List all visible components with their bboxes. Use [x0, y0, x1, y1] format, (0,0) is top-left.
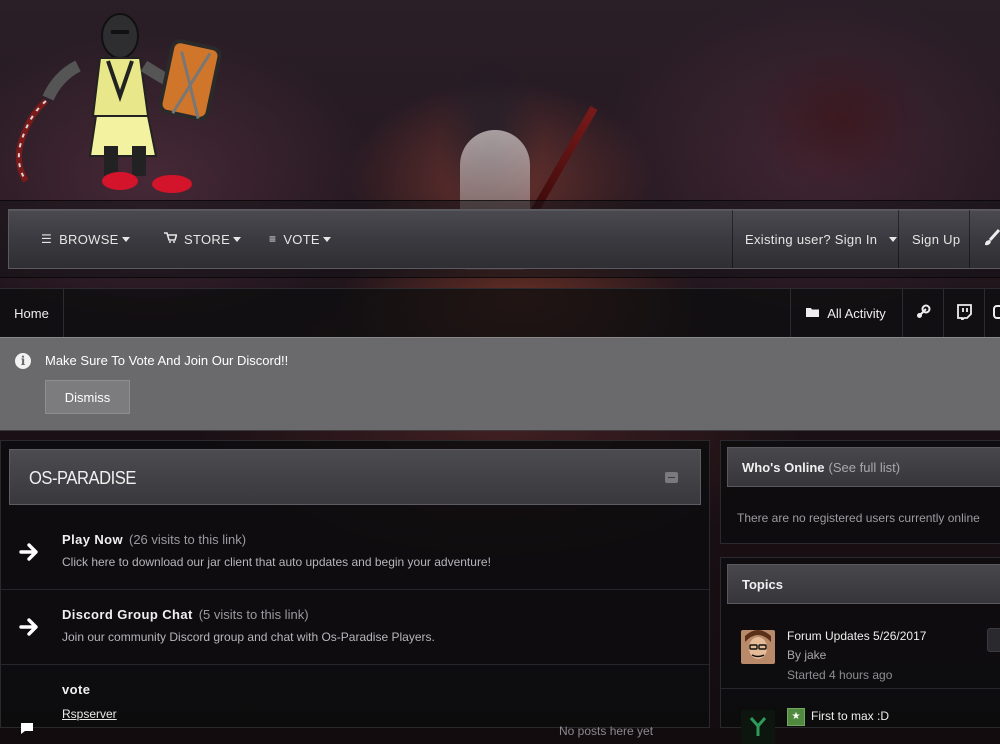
nav-divider [732, 210, 733, 268]
nav-vote-label: VOTE [283, 231, 320, 247]
reply-count-badge [987, 628, 1000, 652]
forum-row-description: Click here to download our jar client th… [62, 555, 491, 569]
nav-divider [969, 210, 970, 268]
visit-count: (26 visits to this link) [129, 532, 247, 547]
list-icon: ☰ [41, 232, 53, 246]
subforum-link[interactable]: Rspserver [62, 707, 117, 721]
forum-row-description: Join our community Discord group and cha… [62, 630, 435, 644]
nav-browse[interactable]: ☰ BROWSE [41, 210, 130, 268]
sign-in-button[interactable]: Existing user? Sign In [745, 210, 898, 268]
whos-online-header: Who's Online (See full list) [727, 447, 1000, 487]
info-icon: i [15, 353, 31, 369]
cart-icon [164, 232, 178, 246]
dismiss-button[interactable]: Dismiss [45, 380, 130, 414]
no-posts-text: No posts here yet [559, 724, 654, 738]
steam-icon [915, 304, 931, 323]
category-title[interactable]: OS-PARADISE [29, 468, 136, 489]
social-icon [993, 304, 1000, 322]
avatar[interactable] [741, 630, 775, 664]
chevron-down-icon [889, 236, 898, 242]
topic-item[interactable]: Forum Updates 5/26/2017 By jake Started … [721, 618, 1000, 689]
pinned-star-icon: ★ [787, 708, 805, 726]
whos-online-widget: Who's Online (See full list) There are n… [720, 440, 1000, 544]
sign-up-label: Sign Up [912, 231, 961, 247]
nav-vote[interactable]: ≡ VOTE [269, 210, 331, 268]
comments-icon [21, 723, 33, 734]
announcement-banner: i Make Sure To Vote And Join Our Discord… [0, 337, 1000, 431]
breadcrumb-home[interactable]: Home [0, 289, 64, 337]
nav-store-label: STORE [184, 231, 231, 247]
knight-mascot-logo[interactable] [8, 6, 223, 196]
forum-row-name[interactable]: Discord Group Chat [62, 607, 193, 622]
nav-store[interactable]: STORE [164, 210, 242, 268]
chevron-down-icon [322, 236, 331, 242]
forum-row-title[interactable]: Play Now (26 visits to this link) [62, 532, 246, 547]
dead-tree-art [720, 20, 960, 220]
twitch-link[interactable] [943, 289, 984, 337]
topic-item[interactable]: ★ First to max :D [721, 698, 1000, 744]
main-navigation: ☰ BROWSE STORE ≡ VOTE Existing user? Sig… [0, 200, 1000, 278]
forum-row-vote[interactable]: vote Rspserver No posts here yet [1, 664, 709, 738]
all-activity-link[interactable]: All Activity [790, 289, 901, 337]
folder-icon [806, 306, 820, 321]
menu-icon: ≡ [269, 232, 277, 246]
nav-browse-label: BROWSE [59, 231, 119, 247]
steam-link[interactable] [902, 289, 943, 337]
breadcrumb: Home All Activity [0, 288, 1000, 338]
forum-row-play-now[interactable]: Play Now (26 visits to this link) Click h… [1, 514, 709, 590]
topics-header: Topics [727, 564, 1000, 604]
forum-row-title[interactable]: vote [62, 682, 90, 697]
nav-bar: ☰ BROWSE STORE ≡ VOTE Existing user? Sig… [8, 209, 1000, 269]
forum-category: OS-PARADISE Play Now (26 visits to this l… [0, 440, 710, 738]
no-users-online-text: There are no registered users currently … [737, 511, 980, 525]
visit-count: (5 visits to this link) [198, 607, 309, 622]
widget-title: Who's Online [742, 459, 825, 475]
topic-title[interactable]: Forum Updates 5/26/2017 [787, 629, 926, 643]
topic-author[interactable]: By jake [787, 648, 826, 662]
arrow-right-icon [19, 543, 38, 561]
all-activity-label: All Activity [827, 305, 886, 321]
announcement-text: Make Sure To Vote And Join Our Discord!! [45, 353, 289, 368]
nav-divider [898, 210, 899, 268]
sign-up-button[interactable]: Sign Up [912, 210, 960, 268]
social-link[interactable] [984, 289, 1000, 337]
twitch-icon [956, 303, 972, 323]
avatar[interactable] [741, 710, 775, 744]
topic-title-row[interactable]: ★ First to max :D [787, 708, 889, 726]
arrow-right-icon [19, 618, 38, 636]
topic-title[interactable]: First to max :D [811, 709, 889, 723]
forum-row-name[interactable]: Play Now [62, 532, 123, 547]
chevron-down-icon [233, 236, 242, 242]
sign-in-label: Existing user? Sign In [745, 231, 878, 247]
category-header: OS-PARADISE [9, 449, 701, 505]
brush-icon [983, 228, 1000, 250]
theme-button[interactable] [983, 210, 1000, 268]
topic-time: Started 4 hours ago [787, 668, 893, 682]
chevron-down-icon [121, 236, 130, 242]
widget-title: Topics [742, 576, 783, 592]
forum-row-title[interactable]: Discord Group Chat (5 visits to this link… [62, 607, 309, 622]
see-full-list-link[interactable]: (See full list) [829, 460, 901, 475]
forum-row-discord[interactable]: Discord Group Chat (5 visits to this link… [1, 589, 709, 665]
collapse-button[interactable] [665, 472, 678, 483]
topics-widget: Topics Forum Updates 5/26/2017 By jake S… [720, 557, 1000, 744]
